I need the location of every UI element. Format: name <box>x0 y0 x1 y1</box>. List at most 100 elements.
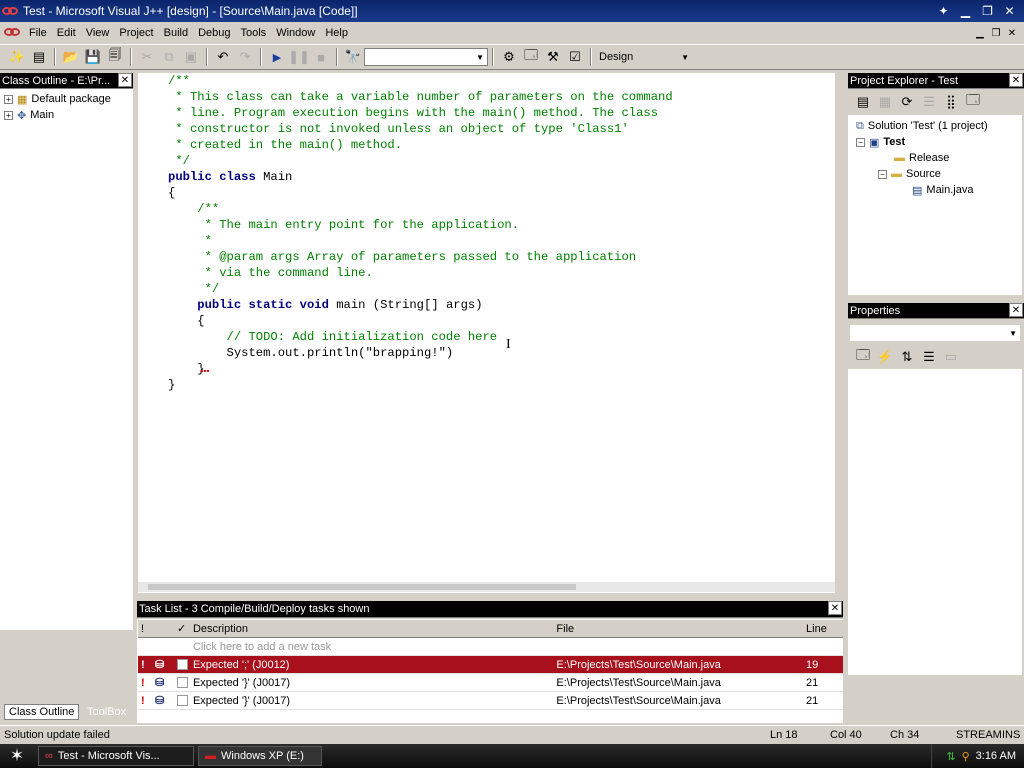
alphabetical-icon[interactable]: ⇅ <box>896 347 918 367</box>
maximize-button[interactable]: ❐ <box>977 3 998 20</box>
open-icon[interactable]: 📂 <box>60 47 82 67</box>
menu-build[interactable]: Build <box>159 27 193 39</box>
description-icon[interactable]: ▭ <box>940 347 962 367</box>
tree-item-release[interactable]: ▬ Release <box>856 150 1022 166</box>
title-bar[interactable]: Test - Microsoft Visual J++ [design] - [… <box>0 0 1024 22</box>
collapse-icon[interactable]: − <box>856 137 865 147</box>
horizontal-scrollbar[interactable] <box>138 582 835 592</box>
pause-icon[interactable]: ❚❚ <box>288 47 310 67</box>
code-line[interactable]: System.out.println("brapping!") <box>168 345 673 361</box>
show-all-icon[interactable]: ☰ <box>918 92 940 112</box>
taskbar-app-visual-jpp[interactable]: ∞ Test - Microsoft Vis... <box>38 746 194 766</box>
menu-edit[interactable]: Edit <box>52 27 81 39</box>
code-line[interactable]: { <box>168 185 673 201</box>
menu-tools[interactable]: Tools <box>236 27 272 39</box>
checked-column-header[interactable]: ✓ <box>174 622 190 635</box>
view-icon[interactable]: 🗔 <box>962 92 984 112</box>
code-line[interactable]: * line. Program execution begins with th… <box>168 105 673 121</box>
description-column-header[interactable]: Description <box>190 623 553 635</box>
add-item-icon[interactable]: ▤ <box>28 47 50 67</box>
code-line[interactable]: * constructor is not invoked unless an o… <box>168 121 673 137</box>
task-row[interactable]: ! ⛁ Expected ';' (J0012) E:\Projects\Test\S… <box>138 656 843 674</box>
new-project-icon[interactable]: ✨ <box>6 47 28 67</box>
pin-icon[interactable]: ✦ <box>933 3 954 20</box>
toolbox-icon[interactable]: ⚒ <box>542 47 564 67</box>
close-icon[interactable]: ✕ <box>118 73 132 87</box>
view-code-icon[interactable]: ▤ <box>852 92 874 112</box>
redo-icon[interactable]: ↷ <box>234 47 256 67</box>
code-line[interactable]: /** <box>168 73 673 89</box>
code-line[interactable]: /** <box>168 201 673 217</box>
code-line[interactable]: * created in the main() method. <box>168 137 673 153</box>
code-line[interactable]: * via the command line. <box>168 265 673 281</box>
close-icon[interactable]: ✕ <box>828 601 842 615</box>
properties-grid[interactable] <box>848 369 1022 675</box>
paste-icon[interactable]: ▣ <box>180 47 202 67</box>
save-icon[interactable]: 💾 <box>82 47 104 67</box>
tree-item-project[interactable]: − ▣ Test <box>856 134 1022 150</box>
task-checkbox[interactable] <box>174 695 190 707</box>
doc-minimize-button[interactable]: ▁ <box>972 26 988 40</box>
code-line[interactable]: // TODO: Add initialization code here <box>168 329 673 345</box>
undo-icon[interactable]: ↶ <box>212 47 234 67</box>
tree-item-default-package[interactable]: + ▦ Default package <box>4 91 133 107</box>
tree-item-source[interactable]: − ▬ Source <box>856 166 1022 182</box>
collapse-icon[interactable]: − <box>878 169 887 179</box>
vertical-scrollbar[interactable] <box>836 73 844 593</box>
tree-item-main[interactable]: + ✥ Main <box>4 107 133 123</box>
find-combo[interactable]: ▼ <box>364 48 488 66</box>
properties-object-combo[interactable]: ▼ <box>849 324 1021 342</box>
property-pages-icon[interactable]: 🗔 <box>852 347 874 367</box>
task-checkbox[interactable] <box>174 677 190 689</box>
cut-icon[interactable]: ✂ <box>136 47 158 67</box>
task-checkbox[interactable] <box>174 659 190 671</box>
events-icon[interactable]: ⚡ <box>874 347 896 367</box>
refresh-icon[interactable]: ⟳ <box>896 92 918 112</box>
code-line[interactable]: } <box>168 361 673 377</box>
task-row[interactable]: ! ⛁ Expected '}' (J0017) E:\Projects\Test\S… <box>138 674 843 692</box>
code-line[interactable]: */ <box>168 153 673 169</box>
code-line[interactable]: * This class can take a variable number … <box>168 89 672 105</box>
doc-restore-button[interactable]: ❐ <box>988 26 1004 40</box>
configuration-combo[interactable]: Design ▼ <box>596 48 692 66</box>
start-icon[interactable]: ▶ <box>266 47 288 67</box>
code-line[interactable]: { <box>168 313 673 329</box>
clock[interactable]: 3:16 AM <box>976 750 1016 762</box>
close-icon[interactable]: ✕ <box>1009 303 1023 317</box>
stop-icon[interactable]: ■ <box>310 47 332 67</box>
network-icon[interactable]: ⇅ <box>946 750 955 763</box>
categorized-icon[interactable]: ☰ <box>918 347 940 367</box>
line-column-header[interactable]: Line <box>803 623 843 635</box>
menu-project[interactable]: Project <box>114 27 158 39</box>
save-all-icon[interactable]: 🗐 <box>104 47 126 67</box>
expand-icon[interactable]: + <box>4 94 13 104</box>
menu-file[interactable]: File <box>24 27 52 39</box>
project-explorer-icon[interactable]: ⚙ <box>498 47 520 67</box>
task-list-icon[interactable]: ☑ <box>564 47 586 67</box>
tree-item-solution[interactable]: ⧉ Solution 'Test' (1 project) <box>856 118 1022 134</box>
tree-item-main-java[interactable]: ▤ Main.java <box>856 182 1022 198</box>
code-line[interactable]: * The main entry point for the applicati… <box>168 217 673 233</box>
search-icon[interactable]: ⚲ <box>962 750 970 763</box>
start-button[interactable]: ✶ <box>0 744 34 768</box>
add-task-row[interactable]: Click here to add a new task <box>138 638 843 656</box>
find-icon[interactable]: 🔭 <box>342 47 364 67</box>
expand-icon[interactable]: + <box>4 110 13 120</box>
add-task-hint[interactable]: Click here to add a new task <box>190 641 553 653</box>
view-designer-icon[interactable]: ▦ <box>874 92 896 112</box>
code-text[interactable]: /** * This class can take a variable num… <box>168 73 673 409</box>
menu-help[interactable]: Help <box>320 27 353 39</box>
file-column-header[interactable]: File <box>553 623 803 635</box>
tab-toolbox[interactable]: ToolBox <box>82 704 132 720</box>
menu-window[interactable]: Window <box>271 27 320 39</box>
code-line[interactable]: public class Main <box>168 169 673 185</box>
code-line[interactable]: */ <box>168 281 673 297</box>
doc-close-button[interactable]: ✕ <box>1004 26 1020 40</box>
close-button[interactable]: ✕ <box>999 3 1020 20</box>
code-line[interactable]: * @param args Array of parameters passed… <box>168 249 673 265</box>
task-row[interactable]: ! ⛁ Expected '}' (J0017) E:\Projects\Test\S… <box>138 692 843 710</box>
code-line[interactable]: * <box>168 233 673 249</box>
minimize-button[interactable]: ▁ <box>955 3 976 20</box>
menu-debug[interactable]: Debug <box>193 27 235 39</box>
code-line[interactable]: public static void main (String[] args) <box>168 297 673 313</box>
